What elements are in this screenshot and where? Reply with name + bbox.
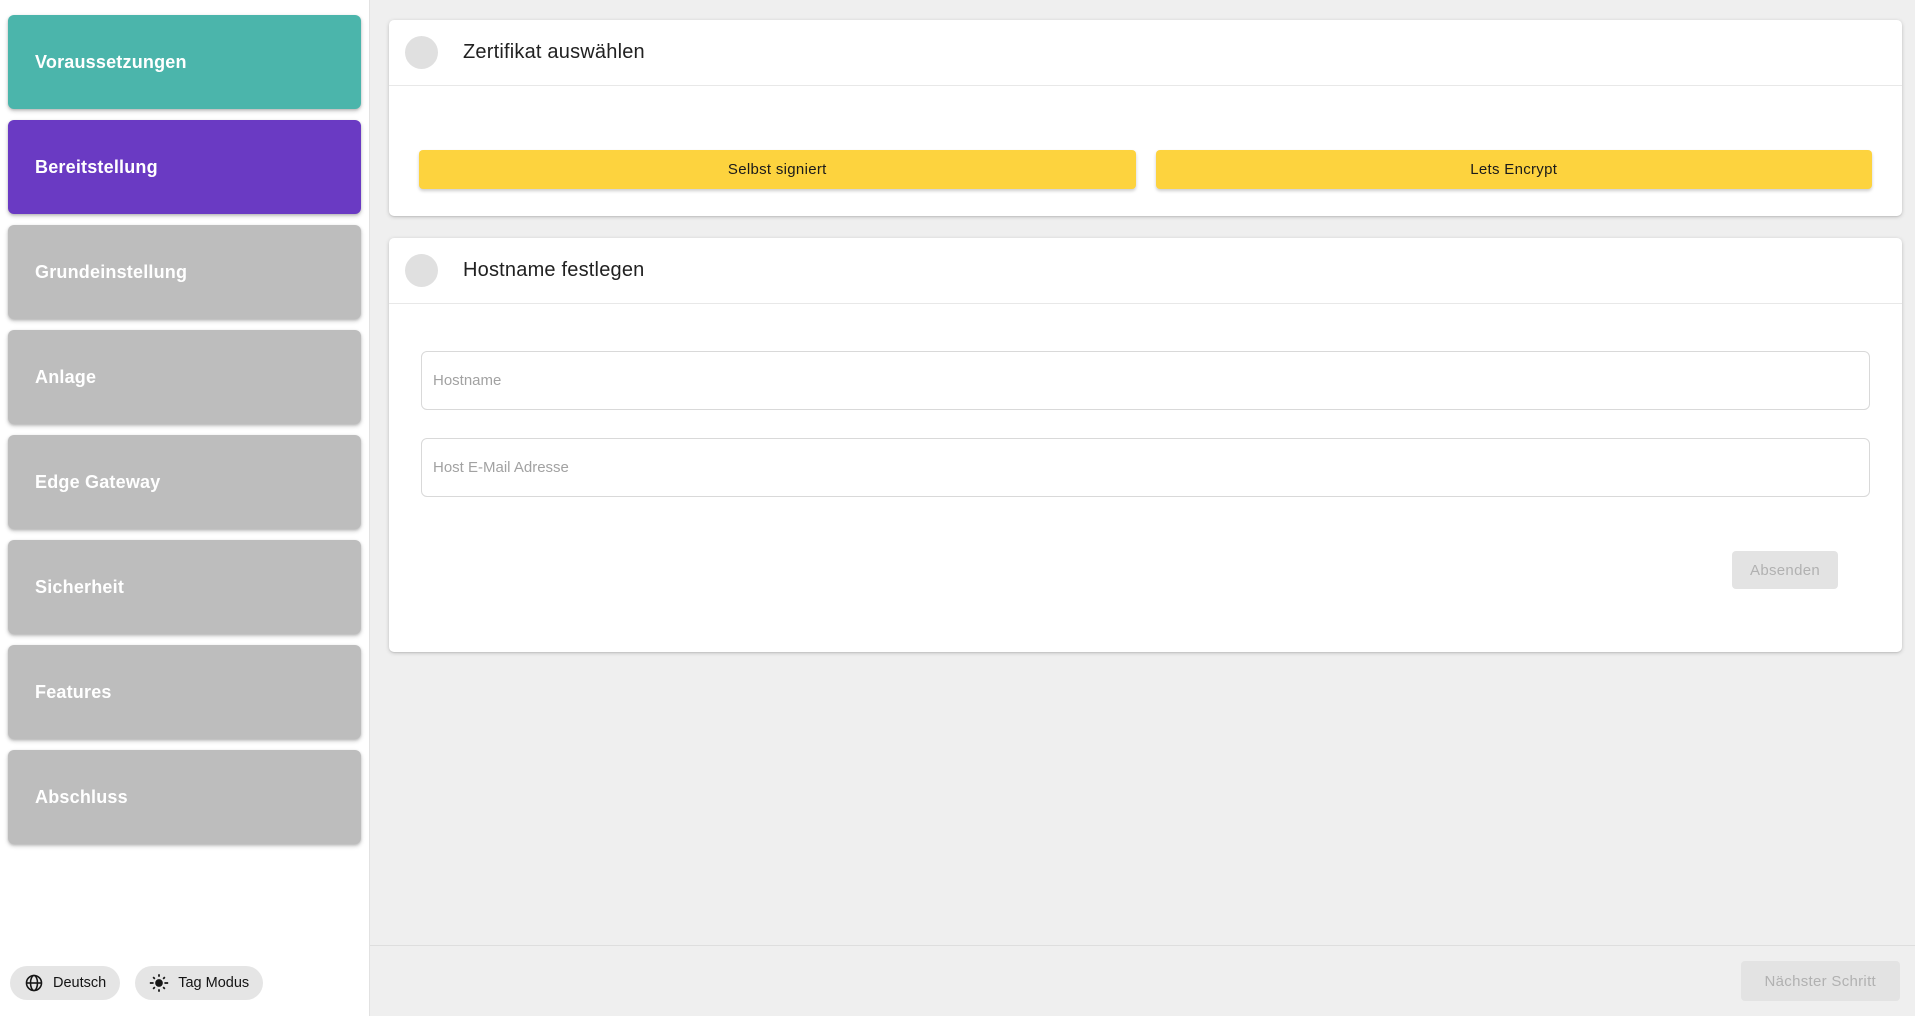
step-status-circle: [405, 254, 438, 287]
certificate-card-title: Zertifikat auswählen: [463, 41, 645, 64]
main-area: Zertifikat auswählen Selbst signiert Let…: [370, 0, 1915, 1016]
hostname-form-actions: Absenden: [389, 497, 1902, 652]
wizard-sidebar: Voraussetzungen Bereitstellung Grundeins…: [0, 0, 370, 1016]
sidebar-item-abschluss[interactable]: Abschluss: [8, 750, 361, 844]
sidebar-item-anlage[interactable]: Anlage: [8, 330, 361, 424]
lets-encrypt-button[interactable]: Lets Encrypt: [1156, 150, 1873, 189]
certificate-card-header: Zertifikat auswählen: [389, 20, 1902, 86]
language-chip[interactable]: Deutsch: [10, 966, 120, 1000]
step-label: Bereitstellung: [35, 157, 158, 178]
step-label: Features: [35, 682, 112, 703]
sidebar-footer-chips: Deutsch Tag Mod: [8, 966, 361, 1000]
step-label: Abschluss: [35, 787, 128, 808]
step-label: Anlage: [35, 367, 96, 388]
step-label: Grundeinstellung: [35, 262, 187, 283]
wizard-footer: Nächster Schritt: [370, 945, 1915, 1016]
step-status-circle: [405, 36, 438, 69]
hostname-card-title: Hostname festlegen: [463, 259, 644, 282]
hostname-card: Hostname festlegen Absenden: [389, 238, 1902, 652]
wizard-steps: Voraussetzungen Bereitstellung Grundeins…: [8, 15, 361, 844]
sidebar-item-edge-gateway[interactable]: Edge Gateway: [8, 435, 361, 529]
hostname-input[interactable]: [421, 351, 1870, 410]
main-content: Zertifikat auswählen Selbst signiert Let…: [370, 0, 1915, 945]
hostname-form: [389, 304, 1902, 497]
sidebar-item-features[interactable]: Features: [8, 645, 361, 739]
step-label: Sicherheit: [35, 577, 124, 598]
self-signed-button[interactable]: Selbst signiert: [419, 150, 1136, 189]
theme-toggle-chip[interactable]: Tag Modus: [135, 966, 263, 1000]
sidebar-item-grundeinstellung[interactable]: Grundeinstellung: [8, 225, 361, 319]
hostname-card-header: Hostname festlegen: [389, 238, 1902, 304]
theme-chip-label: Tag Modus: [178, 975, 249, 991]
next-step-button[interactable]: Nächster Schritt: [1741, 961, 1901, 1001]
sun-icon: [149, 973, 169, 993]
sidebar-item-bereitstellung[interactable]: Bereitstellung: [8, 120, 361, 214]
language-chip-label: Deutsch: [53, 975, 106, 991]
submit-button[interactable]: Absenden: [1732, 551, 1838, 589]
sidebar-item-voraussetzungen[interactable]: Voraussetzungen: [8, 15, 361, 109]
certificate-options: Selbst signiert Lets Encrypt: [389, 86, 1902, 216]
step-label: Voraussetzungen: [35, 52, 187, 73]
host-email-input[interactable]: [421, 438, 1870, 497]
globe-icon: [24, 973, 44, 993]
sidebar-item-sicherheit[interactable]: Sicherheit: [8, 540, 361, 634]
step-label: Edge Gateway: [35, 472, 160, 493]
certificate-card: Zertifikat auswählen Selbst signiert Let…: [389, 20, 1902, 216]
